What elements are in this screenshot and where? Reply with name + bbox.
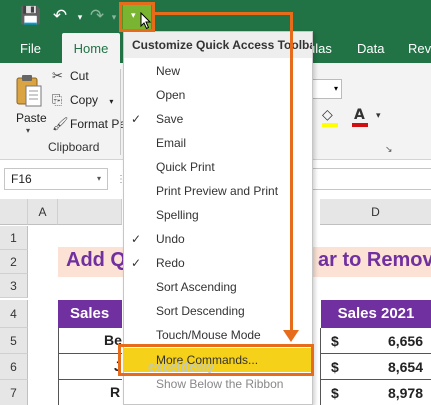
currency-symbol: $ — [331, 359, 339, 375]
save-icon[interactable]: 💾 — [20, 6, 41, 26]
sales-value: 6,656 — [387, 333, 423, 349]
menu-item-label: Open — [156, 88, 186, 102]
checkmark-icon: ✓ — [131, 256, 142, 270]
paste-dropdown-icon[interactable]: ▾ — [26, 126, 30, 135]
corner-select-all[interactable] — [0, 199, 28, 225]
scissors-icon: ✂ — [52, 69, 63, 84]
menu-item-print-preview[interactable]: Print Preview and Print — [124, 179, 312, 203]
chevron-down-icon: ▾ — [333, 84, 338, 93]
menu-item-open[interactable]: Open — [124, 83, 312, 107]
menu-item-sort-descending[interactable]: Sort Descending — [124, 299, 312, 323]
currency-symbol: $ — [331, 385, 339, 401]
menu-item-label: New — [156, 64, 181, 78]
column-header-b[interactable] — [58, 199, 122, 225]
header-cell-sales-2021[interactable]: Sales 2021 — [320, 300, 431, 328]
sheet-title-left: Add Q — [66, 249, 126, 271]
paste-icon[interactable] — [14, 73, 44, 109]
cut-label: Cut — [70, 69, 89, 83]
format-painter-button[interactable]: 🖌Format Pa — [52, 117, 126, 137]
row-header-7[interactable]: 7 — [0, 380, 28, 405]
row-header-3[interactable]: 3 — [0, 274, 28, 298]
menu-item-label: Undo — [156, 232, 185, 246]
row-header-4[interactable]: 4 — [0, 300, 28, 328]
table-cell-sales-row7[interactable]: $ 8,978 — [320, 380, 431, 405]
sheet-title-right: ar to Remov — [318, 249, 431, 271]
menu-item-label: Redo — [156, 256, 185, 270]
checkmark-icon: ✓ — [131, 232, 142, 246]
fill-color-icon[interactable]: ◇ — [322, 107, 333, 123]
currency-symbol: $ — [331, 333, 339, 349]
header-cell-sales[interactable]: Sales — [58, 300, 122, 328]
font-size-dropdown[interactable]: ▾ — [312, 79, 342, 99]
cut-button[interactable]: ✂ Cut — [52, 69, 89, 89]
menu-item-label: Email — [156, 136, 187, 150]
annotation-arrow-line — [290, 12, 293, 332]
group-divider — [120, 69, 121, 155]
copy-label: Copy — [70, 93, 99, 107]
menu-item-label: Save — [156, 112, 184, 126]
font-color-dropdown-icon[interactable]: ▾ — [376, 111, 381, 121]
font-color-swatch — [352, 123, 368, 127]
menu-item-label: Sort Ascending — [156, 280, 237, 294]
dialog-launcher-icon[interactable]: ↘ — [385, 145, 393, 155]
menu-item-label: Print Preview and Print — [156, 184, 279, 198]
row-header-2[interactable]: 2 — [0, 250, 28, 274]
tab-review[interactable]: Revi — [408, 41, 431, 56]
menu-item-email[interactable]: Email — [124, 131, 312, 155]
table-cell-sales-row6[interactable]: $ 8,654 — [320, 354, 431, 380]
tab-file[interactable]: File — [20, 41, 41, 56]
tab-data[interactable]: Data — [357, 41, 384, 56]
title-bar: 💾 ↶ ▾ ↷ ▾ ▾ — [0, 0, 431, 33]
menu-item-quick-print[interactable]: Quick Print — [124, 155, 312, 179]
chevron-down-icon[interactable]: ▾ — [97, 169, 101, 189]
undo-icon[interactable]: ↶ — [50, 6, 70, 26]
menu-item-label: Quick Print — [156, 160, 215, 174]
menu-item-label: Spelling — [156, 208, 199, 222]
annotation-arrow-line — [153, 12, 293, 15]
annotation-highlight-box — [119, 2, 155, 32]
name-box-value: F16 — [11, 172, 32, 186]
excel-window: 💾 ↶ ▾ ↷ ▾ ▾ File Home ulas Data Revi Pas… — [0, 0, 431, 405]
table-cell-text: R — [110, 384, 121, 400]
menu-item-spelling[interactable]: Spelling — [124, 203, 312, 227]
menu-title: Customize Quick Access Toolbar — [124, 32, 312, 58]
row-header-1[interactable]: 1 — [0, 226, 28, 250]
menu-item-new[interactable]: New — [124, 59, 312, 83]
sales-value: 8,978 — [387, 385, 423, 401]
paste-button-label[interactable]: Paste — [16, 111, 47, 125]
font-color-icon[interactable]: A — [354, 107, 365, 123]
menu-item-save[interactable]: ✓ Save — [124, 107, 312, 131]
copy-icon: ⎘ — [52, 93, 63, 108]
checkmark-icon: ✓ — [131, 112, 142, 126]
formula-input[interactable] — [312, 168, 431, 190]
annotation-highlight-box — [118, 344, 314, 376]
table-cell-sales-row5[interactable]: $ 6,656 — [320, 328, 431, 354]
paintbrush-icon: 🖌 — [52, 117, 69, 132]
name-box[interactable]: F16 ▾ — [4, 168, 108, 190]
menu-item-label: Sort Descending — [156, 304, 245, 318]
table-cell[interactable] — [58, 354, 122, 380]
column-header-d[interactable]: D — [320, 199, 431, 225]
format-painter-label: Format Pa — [70, 117, 127, 131]
menu-item-redo[interactable]: ✓ Redo — [124, 251, 312, 275]
column-header-a[interactable]: A — [28, 199, 58, 225]
menu-item-sort-ascending[interactable]: Sort Ascending — [124, 275, 312, 299]
sales-value: 8,654 — [387, 359, 423, 375]
tab-home[interactable]: Home — [62, 33, 120, 63]
menu-item-undo[interactable]: ✓ Undo — [124, 227, 312, 251]
clipboard-group-label: Clipboard — [48, 140, 100, 154]
row-header-6[interactable]: 6 — [0, 354, 28, 380]
annotation-arrowhead — [283, 330, 299, 342]
row-header-5[interactable]: 5 — [0, 328, 28, 354]
fill-color-swatch — [322, 123, 338, 127]
copy-button[interactable]: ⎘ Copy ▾ — [52, 93, 113, 113]
copy-dropdown-icon[interactable]: ▾ — [109, 97, 113, 106]
